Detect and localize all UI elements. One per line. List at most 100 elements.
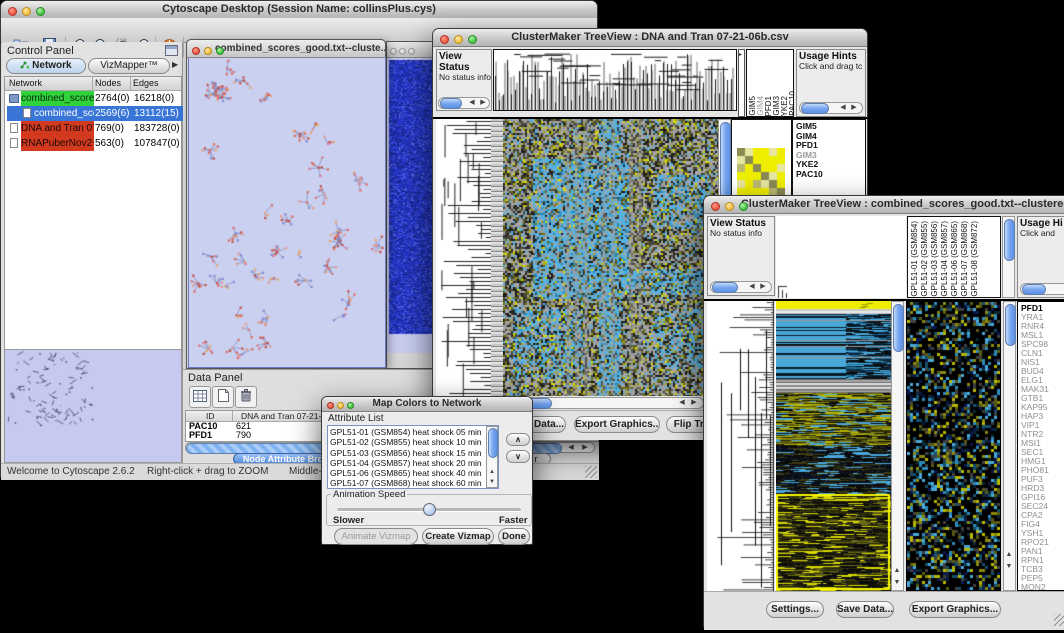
zoom-window-icon[interactable] [468, 35, 477, 44]
overview-canvas[interactable] [5, 350, 179, 460]
attribute-list-item[interactable]: GPL51-01 (GSM854) heat shock 05 min [330, 427, 498, 437]
speed-slider-thumb[interactable] [423, 503, 436, 516]
minimize-icon[interactable] [204, 47, 212, 55]
scroll-right-icon[interactable]: ▶ [689, 398, 699, 408]
network-window-1[interactable]: combined_scores_good.txt--cluste... [186, 39, 386, 369]
minimize-icon[interactable] [22, 7, 31, 16]
resize-grip[interactable] [585, 466, 597, 478]
close-icon[interactable] [711, 202, 720, 211]
network-canvas-dense[interactable] [387, 42, 437, 353]
attribute-list-item[interactable]: GPL51-06 (GSM865) heat shock 40 min [330, 468, 498, 478]
scroll-up-icon[interactable]: ▲ [1004, 550, 1014, 560]
attribute-listbox[interactable]: GPL51-01 (GSM854) heat shock 05 minGPL51… [327, 425, 499, 489]
done-button[interactable]: Done [498, 528, 530, 545]
scroll-down-icon[interactable]: ▼ [487, 477, 497, 487]
zoom-window-icon[interactable] [408, 48, 415, 55]
tv1-heatmap[interactable] [503, 119, 718, 396]
zoom-window-icon[interactable] [739, 202, 748, 211]
delete-attribute-trash-icon[interactable] [235, 386, 257, 408]
view-status-scrollbar[interactable]: ◀ ▶ [710, 281, 772, 293]
scroll-right-icon[interactable]: ▶ [758, 282, 768, 292]
tab-overflow-arrow[interactable]: ▶ [172, 60, 178, 69]
usage-hints-scrollbar[interactable]: ◀ ▶ [799, 102, 863, 114]
move-up-button[interactable]: ∧ [506, 433, 530, 446]
tv2-heatmap-vscrollbar[interactable]: ▲ ▼ [891, 301, 904, 591]
scrollbar-thumb[interactable] [712, 282, 738, 293]
float-panel-icon[interactable] [165, 45, 178, 56]
move-down-button[interactable]: ∨ [506, 450, 530, 463]
tab-vizmapper[interactable]: VizMapper™ [88, 58, 170, 74]
id-column-header[interactable]: ID [206, 411, 215, 421]
tiny-arrow-icon[interactable]: ▸ [739, 51, 742, 58]
tv2-column-dendrogram[interactable] [776, 216, 906, 298]
window-controls[interactable] [327, 400, 359, 410]
window-controls[interactable] [192, 44, 229, 54]
new-attribute-icon[interactable] [212, 386, 234, 408]
create-vizmap-button[interactable]: Create Vizmap [422, 528, 494, 545]
scrollbar-thumb[interactable] [1022, 284, 1046, 295]
attribute-list-scrollbar[interactable]: ▲ ▼ [486, 426, 498, 488]
zoom-window-icon[interactable] [216, 47, 224, 55]
window-controls[interactable] [711, 200, 753, 210]
tv2-genelist-scrollbar[interactable]: ▲ ▼ [1003, 301, 1016, 591]
close-icon[interactable] [440, 35, 449, 44]
tv1-row-dendrogram[interactable] [436, 119, 491, 396]
tv2-row-dendrogram[interactable] [707, 301, 776, 591]
zoom-window-icon[interactable] [36, 7, 45, 16]
close-icon[interactable] [8, 7, 17, 16]
scroll-right-icon[interactable]: ▶ [580, 443, 590, 453]
network-row-combined-sco-selected[interactable]: combined_sco 2569(6) 13112(15) [7, 106, 183, 121]
tab-network[interactable]: Network [6, 58, 86, 74]
scroll-up-icon[interactable]: ▲ [892, 566, 902, 576]
attribute-list-item[interactable]: GPL51-07 (GSM868) heat shock 60 min [330, 478, 498, 488]
tv2-heatmap[interactable] [776, 301, 891, 591]
export-graphics-button[interactable]: Export Graphics... [909, 601, 1001, 618]
scrollbar-thumb[interactable] [488, 428, 498, 458]
treeview2-titlebar[interactable]: ClusterMaker TreeView : combined_scores_… [704, 196, 1064, 214]
scroll-up-icon[interactable]: ▲ [487, 467, 497, 477]
zoom-window-icon[interactable] [347, 402, 354, 409]
attribute-list-item[interactable]: GPL51-02 (GSM855) heat shock 10 min [330, 437, 498, 447]
close-icon[interactable] [390, 48, 397, 55]
minimize-icon[interactable] [725, 202, 734, 211]
main-titlebar[interactable]: Cytoscape Desktop (Session Name: collins… [1, 1, 597, 19]
scrollbar-thumb[interactable] [1004, 219, 1015, 261]
scrollbar-thumb[interactable] [801, 103, 829, 114]
scrollbar-thumb[interactable] [893, 304, 904, 352]
tv1-column-dendrogram[interactable] [493, 49, 737, 111]
view-status-scrollbar[interactable]: ◀ ▶ [438, 97, 490, 109]
close-icon[interactable] [327, 402, 334, 409]
close-icon[interactable] [192, 47, 200, 55]
minimize-icon[interactable] [399, 48, 406, 55]
col-edges[interactable]: Edges [133, 78, 159, 88]
scroll-right-icon[interactable]: ▶ [478, 98, 488, 108]
tv2-collabel-scrollbar[interactable] [1002, 216, 1015, 298]
minimize-icon[interactable] [454, 35, 463, 44]
scroll-down-icon[interactable]: ▼ [892, 578, 902, 588]
tv2-matrix-panel[interactable] [906, 301, 1001, 591]
resize-grip[interactable] [1054, 614, 1064, 626]
network-overview-panel[interactable] [4, 349, 182, 463]
network-row-combined-scores[interactable]: combined_scores 2764(0) 16218(0) [7, 91, 183, 106]
usage-hints-scrollbar[interactable] [1020, 283, 1064, 295]
tv1-scroll-strip[interactable]: ▸ [738, 49, 745, 117]
window-controls[interactable] [440, 33, 482, 43]
attr-column-header[interactable]: DNA and Tran 07-21-06 [241, 411, 331, 421]
scroll-left-icon[interactable]: ◀ [838, 103, 848, 113]
save-data-button[interactable]: Save Data... [836, 601, 894, 618]
network-window-2[interactable] [386, 41, 438, 369]
scroll-right-icon[interactable]: ▶ [849, 103, 859, 113]
attribute-list-item[interactable]: GPL51-04 (GSM857) heat shock 20 min [330, 458, 498, 468]
attribute-list-item[interactable]: GPL51-03 (GSM856) heat shock 15 min [330, 448, 498, 458]
scroll-left-icon[interactable]: ◀ [566, 443, 576, 453]
scrollbar-thumb[interactable] [1005, 304, 1016, 346]
scroll-left-icon[interactable]: ◀ [747, 282, 757, 292]
settings-button[interactable]: Settings... [766, 601, 824, 618]
network-row-rnapuber[interactable]: RNAPuberNov2+ 563(0) 107847(0) [7, 136, 183, 151]
scrollbar-thumb[interactable] [440, 98, 462, 109]
window-controls[interactable] [8, 5, 50, 15]
treeview1-titlebar[interactable]: ClusterMaker TreeView : DNA and Tran 07-… [433, 29, 867, 47]
scroll-left-icon[interactable]: ◀ [467, 98, 477, 108]
network-row-dna-tran[interactable]: DNA and Tran 07 769(0) 183728(0) [7, 121, 183, 136]
col-network[interactable]: Network [9, 78, 42, 88]
